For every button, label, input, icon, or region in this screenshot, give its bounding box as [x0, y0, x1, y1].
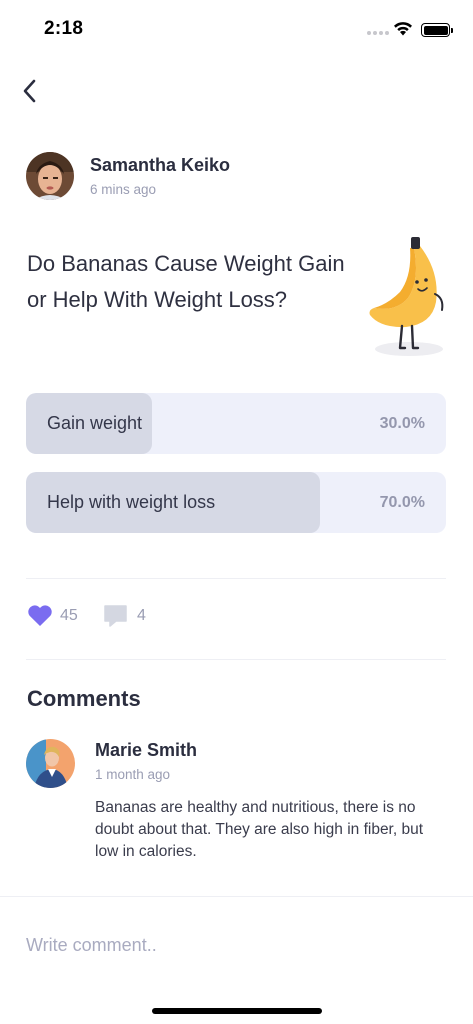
poll-option-percent: 30.0%	[379, 415, 425, 432]
divider	[0, 896, 473, 897]
author-avatar[interactable]	[26, 152, 74, 200]
poll-option-label: Gain weight	[47, 413, 143, 433]
like-button[interactable]: 45	[27, 604, 78, 627]
back-button[interactable]	[16, 76, 42, 106]
comment-count-button[interactable]: 4	[103, 604, 146, 628]
poll-option-weight-loss[interactable]: Help with weight loss 70.0%	[26, 472, 446, 533]
banana-illustration	[369, 237, 444, 356]
commenter-avatar[interactable]	[26, 739, 75, 788]
divider	[26, 578, 446, 579]
comment-time: 1 month ago	[95, 767, 171, 782]
poll-option-label: Help with weight loss	[47, 492, 216, 512]
comment-text: Bananas are healthy and nutritious, ther…	[95, 799, 424, 860]
author-name[interactable]: Samantha Keiko	[90, 155, 230, 176]
battery-icon	[421, 23, 453, 37]
poll-option-gain-weight[interactable]: Gain weight 30.0%	[26, 393, 446, 454]
like-count: 45	[60, 606, 78, 624]
comment-count: 4	[137, 607, 146, 624]
poll-question: Do Bananas Cause Weight Gain or Help Wit…	[27, 251, 345, 312]
heart-icon	[28, 605, 52, 626]
status-time: 2:18	[44, 18, 84, 39]
wifi-icon	[394, 22, 412, 36]
commenter-name[interactable]: Marie Smith	[95, 740, 197, 761]
comment-bubble-icon	[104, 605, 127, 627]
divider	[26, 659, 446, 660]
back-chevron-icon	[23, 79, 36, 103]
status-bar: 2:18	[0, 0, 473, 60]
comment-input[interactable]	[26, 928, 446, 962]
post-time: 6 mins ago	[90, 182, 157, 197]
home-indicator	[152, 1008, 322, 1014]
poll-option-percent: 70.0%	[379, 494, 425, 511]
comments-title: Comments	[27, 686, 141, 711]
signal-icon	[367, 31, 389, 35]
